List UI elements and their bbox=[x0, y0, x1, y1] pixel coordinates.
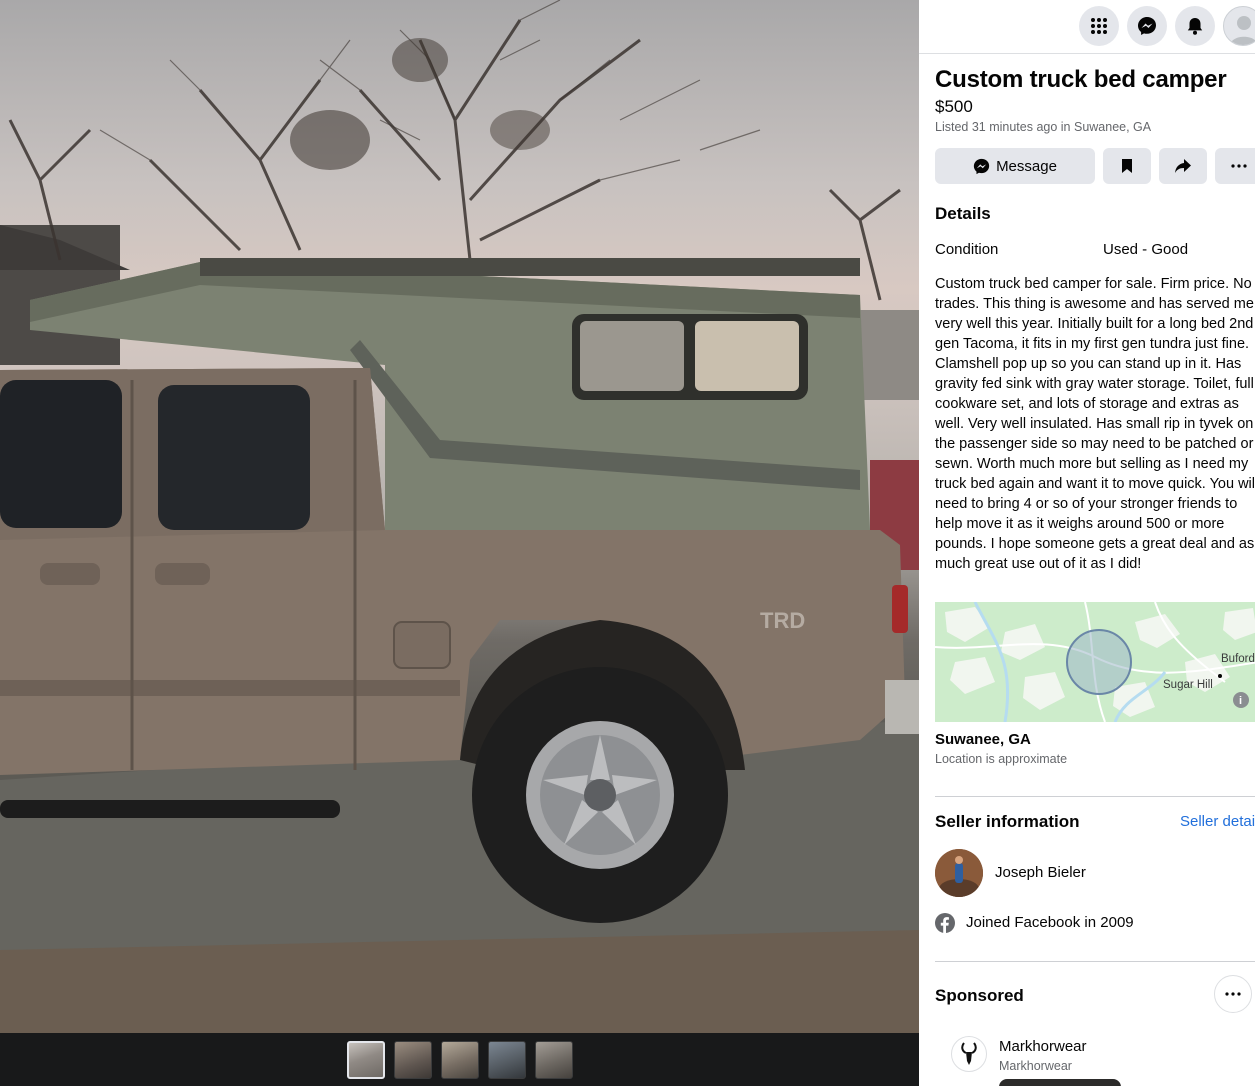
messenger-button[interactable] bbox=[1127, 6, 1167, 46]
markhor-goat-icon bbox=[961, 1042, 977, 1065]
bookmark-icon bbox=[1122, 159, 1132, 173]
location-approximate-note: Location is approximate bbox=[935, 752, 1068, 766]
listing-photo[interactable]: TRD bbox=[0, 0, 919, 1033]
svg-text:i: i bbox=[1239, 695, 1242, 707]
listing-time-location: Listed 31 minutes ago in Suwanee, GA bbox=[935, 120, 1152, 134]
more-options-button[interactable] bbox=[1215, 148, 1255, 184]
map-label-buford: Buford bbox=[1221, 653, 1255, 665]
seller-details-link[interactable]: Seller details bbox=[1180, 813, 1255, 830]
advertiser-name[interactable]: Markhorwear bbox=[999, 1038, 1087, 1055]
message-button[interactable]: Message bbox=[935, 148, 1095, 184]
listing-details-panel: Custom truck bed camper $500 Listed 31 m… bbox=[919, 0, 1255, 1086]
profile-avatar[interactable] bbox=[1223, 6, 1255, 46]
svg-text:TRD: TRD bbox=[760, 608, 805, 633]
notifications-button[interactable] bbox=[1175, 6, 1215, 46]
thumbnail-4[interactable] bbox=[487, 1040, 526, 1079]
facebook-icon bbox=[935, 913, 955, 933]
location-map[interactable]: Sugar Hill Buford i bbox=[935, 602, 1255, 722]
messenger-icon bbox=[973, 158, 990, 174]
thumbnail-strip bbox=[0, 1033, 919, 1086]
more-dots-icon bbox=[1225, 992, 1241, 996]
condition-label: Condition bbox=[935, 241, 999, 258]
map-label-sugar-hill: Sugar Hill bbox=[1163, 679, 1213, 691]
location-name: Suwanee, GA bbox=[935, 731, 1031, 748]
divider bbox=[935, 796, 1255, 797]
advertiser-subtitle: Markhorwear bbox=[999, 1059, 1072, 1073]
joined-facebook-text: Joined Facebook in 2009 bbox=[966, 914, 1134, 931]
menu-button[interactable] bbox=[1079, 6, 1119, 46]
save-button[interactable] bbox=[1103, 148, 1151, 184]
ad-image[interactable] bbox=[999, 1079, 1121, 1086]
messenger-icon bbox=[1138, 17, 1156, 35]
thumbnail-1[interactable] bbox=[346, 1040, 385, 1079]
thumbnail-2[interactable] bbox=[393, 1040, 432, 1079]
seller-info-heading: Seller information bbox=[935, 812, 1080, 831]
share-arrow-icon bbox=[1175, 159, 1191, 173]
listing-price: $500 bbox=[935, 97, 973, 116]
bell-icon bbox=[1187, 18, 1203, 35]
divider bbox=[935, 961, 1255, 962]
details-heading: Details bbox=[935, 204, 991, 223]
sponsored-heading: Sponsored bbox=[935, 986, 1024, 1005]
top-navigation-bar bbox=[919, 0, 1255, 54]
share-button[interactable] bbox=[1159, 148, 1207, 184]
grid-menu-icon bbox=[1091, 18, 1107, 34]
message-button-label: Message bbox=[996, 157, 1057, 175]
photo-viewer: TRD bbox=[0, 0, 919, 1086]
marketplace-listing-page: TRD Custom truck bed camper $500 Listed … bbox=[0, 0, 1255, 1086]
seller-avatar[interactable] bbox=[935, 849, 983, 897]
listing-title: Custom truck bed camper bbox=[935, 66, 1227, 93]
thumbnail-5[interactable] bbox=[534, 1040, 573, 1079]
sponsored-options-button[interactable] bbox=[1214, 975, 1252, 1013]
thumbnail-3[interactable] bbox=[440, 1040, 479, 1079]
more-dots-icon bbox=[1231, 164, 1247, 168]
listing-description: Custom truck bed camper for sale. Firm p… bbox=[935, 276, 1255, 572]
advertiser-logo[interactable] bbox=[951, 1036, 987, 1072]
seller-name[interactable]: Joseph Bieler bbox=[995, 864, 1086, 881]
condition-value: Used - Good bbox=[1103, 241, 1189, 258]
